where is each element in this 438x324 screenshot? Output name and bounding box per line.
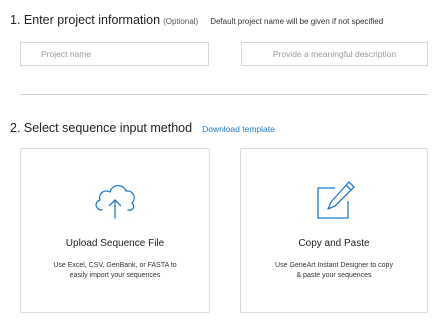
default-name-hint: Default project name will be given if no… [210,17,384,26]
project-setup-page: 1. Enter project information (Optional) … [0,0,438,324]
section-project-info-header: 1. Enter project information (Optional) … [10,13,383,27]
paste-card-desc-line2: & paste your sequences [296,272,372,279]
paste-card-title: Copy and Paste [298,238,370,249]
download-template-link[interactable]: Download template [202,124,275,134]
upload-card-description: Use Excel, CSV, GenBank, or FASTA to eas… [21,261,209,281]
cloud-upload-icon [92,179,138,221]
section-input-method-header: 2. Select sequence input method Download… [10,121,275,135]
section-divider [20,94,428,95]
section-project-info-title: 1. Enter project information [10,13,161,27]
upload-card-desc-line2: easily import your sequences [69,272,161,279]
edit-icon [311,179,357,221]
copy-and-paste-card[interactable]: Copy and Paste Use GeneArt Instant Desig… [240,148,428,313]
paste-card-desc-line1: Use GeneArt Instant Designer to copy [275,262,393,269]
section-input-method-title: 2. Select sequence input method [10,121,193,135]
project-description-input[interactable] [241,42,428,66]
upload-card-title: Upload Sequence File [65,238,165,249]
paste-card-description: Use GeneArt Instant Designer to copy & p… [241,261,427,281]
optional-label: (Optional) [163,17,199,26]
upload-card-desc-line1: Use Excel, CSV, GenBank, or FASTA to [53,262,177,269]
upload-sequence-file-card[interactable]: Upload Sequence File Use Excel, CSV, Gen… [20,148,210,313]
project-name-input[interactable] [20,42,209,66]
